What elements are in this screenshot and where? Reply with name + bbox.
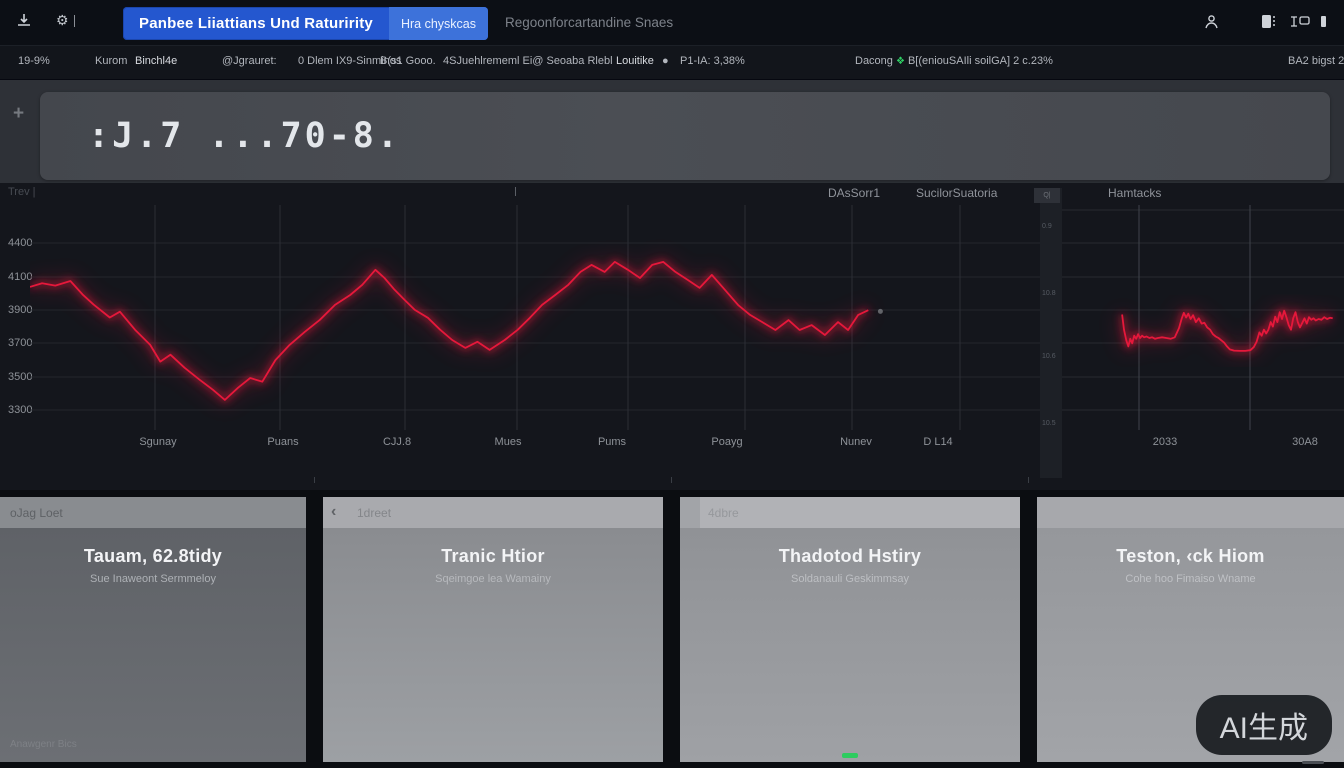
strip-tick: 0.9	[1042, 223, 1052, 230]
top-bar: ⚙ Panbee Liiattians Und Raturirity Hra c…	[0, 0, 1344, 45]
section-tick	[1028, 477, 1029, 483]
card-subtitle: Cohe hoo Fimaiso Wname	[1037, 573, 1344, 585]
card-header[interactable]: oJag Loet	[0, 497, 306, 528]
menu-stat-1: P1-IA: 3,38%	[680, 55, 745, 67]
trading-dashboard: ⚙ Panbee Liiattians Und Raturirity Hra c…	[0, 0, 1344, 768]
tab-heatmap[interactable]: Hamtacks	[1108, 186, 1161, 200]
card-day-loet[interactable]: oJag Loet Tauam, 62.8tidy Sue Inaweont S…	[0, 497, 306, 762]
header-tick	[515, 187, 516, 196]
card-header[interactable]	[1037, 497, 1344, 528]
x-tick: Mues	[495, 436, 522, 448]
chat-icon[interactable]	[1290, 15, 1310, 28]
x-tick: Nunev	[840, 436, 872, 448]
menu-item-3[interactable]: @Jgrauret:	[222, 55, 277, 67]
card-header-label: 1dreet	[357, 506, 391, 520]
x-tick: CJJ.8	[383, 436, 411, 448]
menu-item-5[interactable]: B(s1 Gooo.	[380, 55, 436, 67]
tab-quotes[interactable]: SucilorSuatoria	[916, 186, 997, 200]
chart-section: Trev | DAsSorr1 SucilorSuatoria Hamtacks…	[0, 183, 1344, 490]
mini-price-chart[interactable]	[1062, 205, 1344, 430]
menu-bar: 19-9% Kurom Binchl4e @Jgrauret: 0 Dlem I…	[0, 45, 1344, 80]
x-tick: Pums	[598, 436, 626, 448]
menu-item-7[interactable]: Louitike	[616, 55, 654, 67]
x-tick: Poayg	[711, 436, 742, 448]
ticker-panel[interactable]: :J.7 ...70-8.	[40, 92, 1330, 180]
card-title: Thadotod Hstiry	[680, 528, 1020, 567]
ticker-value: :J.7 ...70-8.	[88, 116, 401, 156]
card-thadotod-hstiry[interactable]: 4dbre Thadotod Hstiry Soldanauli Geskimm…	[680, 497, 1020, 762]
menu-item-1[interactable]: Kurom	[95, 55, 127, 67]
header-tab	[680, 497, 700, 528]
menu-item-2[interactable]: Binchl4e	[135, 55, 177, 67]
gear-icon[interactable]: ⚙	[56, 12, 75, 29]
strip-tab[interactable]: Q|	[1034, 188, 1060, 203]
card-body: Tauam, 62.8tidy Sue Inaweont Sermmeloy A…	[0, 528, 306, 762]
x-tick: Puans	[267, 436, 298, 448]
plus-icon[interactable]: +	[13, 106, 30, 123]
card-subtitle: Sue Inaweont Sermmeloy	[0, 573, 306, 585]
card-body: Thadotod Hstiry Soldanauli Geskimmsay	[680, 528, 1020, 762]
main-price-chart[interactable]	[30, 205, 1040, 430]
menu-stat-2-prefix: Dacong	[855, 55, 893, 67]
tab-dashboard[interactable]: DAsSorr1	[828, 186, 880, 200]
watermark-dash	[1302, 761, 1324, 764]
ticker-band: + :J.7 ...70-8.	[0, 80, 1344, 183]
battery-icon	[1320, 15, 1327, 28]
topbar-subtitle: Regoonforcartandine Snaes	[505, 15, 673, 30]
card-header-label: 4dbre	[708, 506, 739, 520]
chevron-left-icon[interactable]: ‹	[331, 503, 336, 521]
status-dot-icon: ●	[662, 55, 669, 67]
card-title: Teston, ‹ck Hiom	[1037, 528, 1344, 567]
person-icon[interactable]	[1204, 14, 1219, 30]
card-header-label: oJag Loet	[10, 506, 63, 520]
journal-icon[interactable]	[1260, 13, 1276, 30]
x-tick: Sgunay	[139, 436, 176, 448]
card-footnote: Anawgenr Bics	[10, 739, 77, 750]
x-tick: 2033	[1153, 436, 1177, 448]
chart-left-label: Trev |	[8, 186, 36, 198]
axis-scroll-strip[interactable]: Q| 0.9 10.8 10.6 10.5	[1040, 188, 1062, 478]
menu-item-6[interactable]: 4SJuehlrememl Ei@ Seoaba Rlebl	[443, 55, 613, 67]
card-tranic-htior[interactable]: ‹ 1dreet Tranic Htior Sqeimgoe lea Wamai…	[323, 497, 663, 762]
section-tick	[671, 477, 672, 483]
sparkle-icon: ❖	[896, 56, 905, 67]
menu-stat-2: Dacong ❖B[(eniouSAIli soilGA] 2 c.23%	[855, 55, 1053, 67]
strip-tick: 10.8	[1042, 290, 1056, 297]
green-indicator	[842, 753, 858, 758]
menu-stat-3: BA2 bigst 23%	[1288, 55, 1344, 67]
section-tick	[314, 477, 315, 483]
x-tick: D L14	[923, 436, 952, 448]
strip-tick: 10.5	[1042, 420, 1056, 427]
tray-icon[interactable]	[16, 12, 32, 28]
card-title: Tranic Htior	[323, 528, 663, 567]
card-header[interactable]: ‹ 1dreet	[323, 497, 663, 528]
strip-tick: 10.6	[1042, 353, 1056, 360]
primary-nav-secondary[interactable]: Hra chyskcas	[389, 7, 488, 40]
cards-row: oJag Loet Tauam, 62.8tidy Sue Inaweont S…	[0, 490, 1344, 768]
card-header[interactable]: 4dbre	[680, 497, 1020, 528]
primary-nav-button[interactable]: Panbee Liiattians Und Raturirity Hra chy…	[123, 7, 488, 40]
menu-item-change[interactable]: 19-9%	[18, 55, 50, 67]
primary-nav-label: Panbee Liiattians Und Raturirity	[123, 7, 389, 40]
card-subtitle: Sqeimgoe lea Wamainy	[323, 573, 663, 585]
ai-watermark: AI生成	[1196, 695, 1332, 755]
x-tick: 30A8	[1292, 436, 1318, 448]
card-subtitle: Soldanauli Geskimmsay	[680, 573, 1020, 585]
menu-stat-2-rest: B[(eniouSAIli soilGA] 2 c.23%	[908, 55, 1053, 67]
card-title: Tauam, 62.8tidy	[0, 528, 306, 567]
card-body: Tranic Htior Sqeimgoe lea Wamainy	[323, 528, 663, 762]
